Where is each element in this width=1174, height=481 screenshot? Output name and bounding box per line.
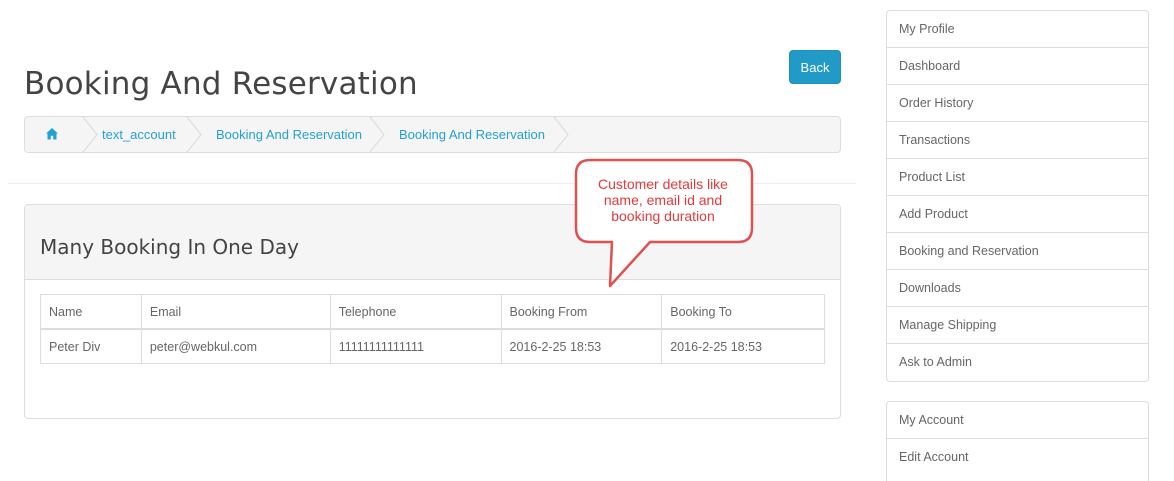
breadcrumb-separator [369, 117, 385, 152]
breadcrumb-separator [553, 117, 569, 152]
account-sidebar-secondary: My Account Edit Account [886, 401, 1149, 481]
sidebar-item-downloads[interactable]: Downloads [887, 270, 1148, 307]
page-title: Booking And Reservation [24, 66, 418, 102]
cell-booking-from: 2016-2-25 18:53 [500, 328, 663, 364]
breadcrumb-separator [82, 117, 98, 152]
booking-table: Name Email Telephone Booking From Bookin… [40, 294, 825, 364]
account-sidebar: My Profile Dashboard Order History Trans… [886, 10, 1149, 382]
sidebar-item-add-product[interactable]: Add Product [887, 196, 1148, 233]
sidebar-item-my-profile[interactable]: My Profile [887, 11, 1148, 48]
sidebar-item-my-account[interactable]: My Account [887, 402, 1148, 439]
sidebar-item-edit-account[interactable]: Edit Account [887, 439, 1148, 476]
table-row: Peter Div peter@webkul.com 1111111111111… [40, 328, 825, 364]
sidebar-item-ask-admin[interactable]: Ask to Admin [887, 344, 1148, 381]
breadcrumb-item-booking-current[interactable]: Booking And Reservation [399, 117, 545, 152]
sidebar-item-order-history[interactable]: Order History [887, 85, 1148, 122]
sidebar-item-product-list[interactable]: Product List [887, 159, 1148, 196]
table-header-row: Name Email Telephone Booking From Bookin… [40, 294, 825, 330]
column-header-email: Email [140, 294, 331, 330]
callout-text: Customer details like name, email id and… [578, 176, 748, 224]
breadcrumb-item-booking[interactable]: Booking And Reservation [216, 117, 362, 152]
sidebar-item-dashboard[interactable]: Dashboard [887, 48, 1148, 85]
back-button[interactable]: Back [789, 50, 841, 84]
sidebar-item-manage-shipping[interactable]: Manage Shipping [887, 307, 1148, 344]
breadcrumb: text_account Booking And Reservation Boo… [24, 116, 841, 153]
column-header-booking-to: Booking To [661, 294, 825, 330]
breadcrumb-separator [186, 117, 202, 152]
sidebar-item-booking-reservation[interactable]: Booking and Reservation [887, 233, 1148, 270]
cell-email: peter@webkul.com [140, 328, 331, 364]
cell-name: Peter Div [40, 328, 142, 364]
sidebar-item-transactions[interactable]: Transactions [887, 122, 1148, 159]
cell-telephone: 11111111111111 [329, 328, 502, 364]
callout-line: name, email id and [603, 192, 723, 208]
callout-line: Customer details like [598, 176, 728, 192]
panel-title: Many Booking In One Day [40, 235, 299, 259]
home-icon[interactable] [45, 127, 59, 141]
column-header-telephone: Telephone [329, 294, 502, 330]
column-header-booking-from: Booking From [500, 294, 663, 330]
column-header-name: Name [40, 294, 142, 330]
callout-line: booking duration [611, 208, 715, 224]
breadcrumb-item-account[interactable]: text_account [102, 117, 176, 152]
cell-booking-to: 2016-2-25 18:53 [661, 328, 825, 364]
